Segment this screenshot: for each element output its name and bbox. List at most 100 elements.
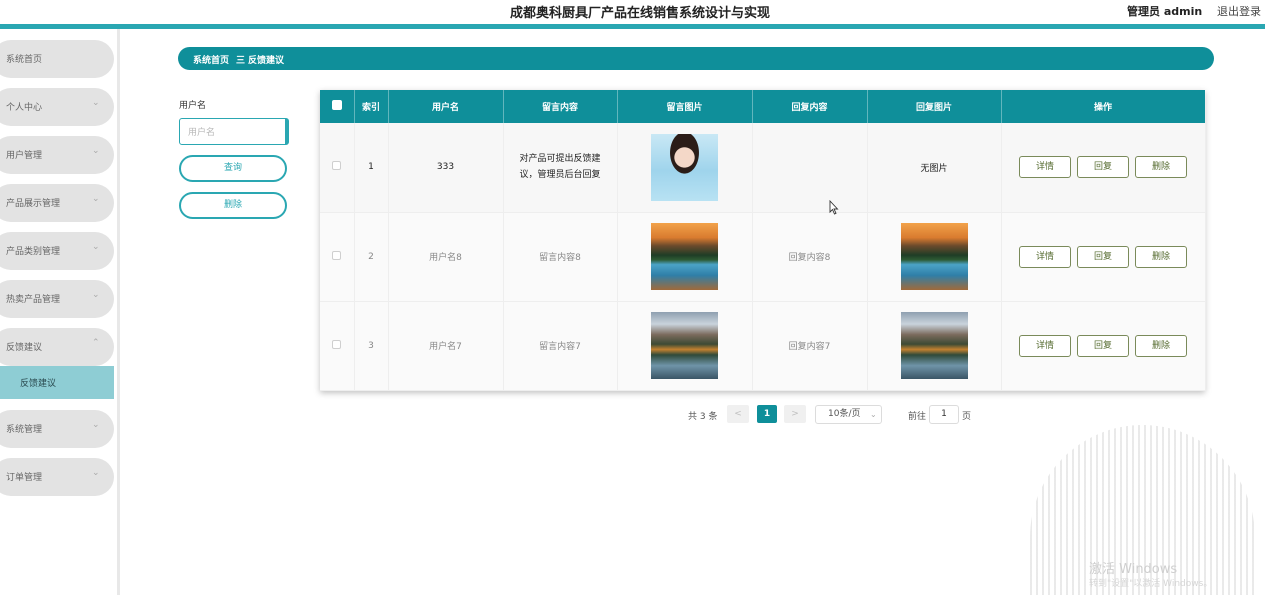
message-cell: 留言内容8	[503, 212, 618, 302]
username-cell: 333	[388, 123, 504, 213]
logout-link[interactable]: 退出登录	[1217, 3, 1261, 19]
message-cell: 对产品可提出反馈建议，管理员后台回复	[503, 123, 618, 213]
index-cell: 1	[354, 123, 389, 213]
sidebar-item-label: 热卖产品管理	[6, 295, 61, 305]
page-suffix: 页	[962, 412, 972, 422]
query-button[interactable]: 查询	[179, 155, 287, 182]
sidebar-item-label: 个人中心	[6, 103, 43, 113]
sidebar-item-home[interactable]: 系统首页	[0, 40, 114, 78]
username-cell: 用户名8	[388, 212, 504, 302]
table-row: 1 333 对产品可提出反馈建议，管理员后台回复 无图片 详情 回复 删除	[320, 123, 1206, 213]
column-header: 操作	[1001, 90, 1206, 123]
admin-label: 管理员 admin	[1127, 5, 1203, 18]
current-page-button[interactable]: 1	[757, 405, 777, 423]
sidebar-item-label: 系统首页	[6, 55, 43, 65]
sidebar-item-users[interactable]: 用户管理 ⌄	[0, 136, 114, 174]
sidebar-item-label: 订单管理	[6, 473, 43, 483]
delete-button[interactable]: 删除	[1135, 334, 1187, 357]
page-size-value: 10条/页	[828, 409, 861, 419]
chevron-down-icon: ⌄	[92, 290, 100, 300]
message-image	[651, 133, 718, 201]
reply-button[interactable]: 回复	[1077, 245, 1129, 268]
actions-cell: 详情 回复 删除	[1001, 212, 1206, 302]
windows-activation-subtitle: 转到"设置"以激活 Windows。	[1089, 579, 1213, 589]
sidebar-item-categories[interactable]: 产品类别管理 ⌄	[0, 232, 114, 270]
app-title: 成都奥科厨具厂产品在线销售系统设计与实现	[509, 6, 770, 21]
mouse-cursor-icon	[829, 200, 839, 215]
prev-page-button[interactable]: <	[727, 405, 749, 423]
reply-cell: 回复内容7	[752, 301, 868, 391]
message-image	[651, 223, 718, 290]
actions-cell: 详情 回复 删除	[1001, 301, 1206, 391]
submenu-item-label: 反馈建议	[20, 379, 57, 389]
reply-image	[900, 312, 968, 379]
reply-cell	[752, 123, 868, 213]
message-cell: 留言内容7	[503, 301, 618, 391]
sidebar-item-label: 产品展示管理	[6, 199, 61, 209]
sidebar-item-label: 用户管理	[6, 151, 43, 161]
column-header: 索引	[354, 90, 389, 123]
next-page-button[interactable]: >	[784, 405, 806, 423]
reply-button[interactable]: 回复	[1077, 334, 1129, 357]
reply-button[interactable]: 回复	[1077, 156, 1129, 179]
chevron-down-icon: ⌄	[92, 194, 100, 204]
submenu-item-feedback[interactable]: 反馈建议	[0, 366, 114, 399]
breadcrumb-current: 反馈建议	[248, 56, 285, 66]
search-label: 用户名	[179, 101, 207, 111]
sidebar-item-hot-products[interactable]: 热卖产品管理 ⌄	[0, 280, 114, 318]
sidebar-item-label: 反馈建议	[6, 343, 43, 353]
delete-button[interactable]: 删除	[1135, 156, 1187, 179]
pagination-total: 共 3 条	[688, 412, 718, 422]
sidebar-item-orders[interactable]: 订单管理 ⌄	[0, 458, 114, 496]
delete-button[interactable]: 删除	[1135, 245, 1187, 268]
chevron-down-icon: ⌄	[92, 468, 100, 478]
column-header: 留言图片	[617, 90, 753, 123]
username-cell: 用户名7	[388, 301, 504, 391]
row-checkbox[interactable]	[332, 339, 342, 349]
table-row: 2 用户名8 留言内容8 回复内容8 详情 回复 删除	[320, 212, 1206, 302]
table-row: 3 用户名7 留言内容7 回复内容7 详情 回复 删除	[320, 301, 1206, 391]
chevron-down-icon: ⌄	[92, 98, 100, 108]
row-checkbox[interactable]	[332, 161, 342, 171]
breadcrumb-home[interactable]: 系统首页	[193, 53, 229, 66]
column-header: 用户名	[388, 90, 504, 123]
reply-image	[900, 223, 968, 290]
goto-label: 前往	[908, 412, 927, 422]
reply-cell: 回复内容8	[752, 212, 868, 302]
select-all-checkbox[interactable]	[331, 100, 342, 110]
column-header: 留言内容	[503, 90, 618, 123]
chevron-down-icon: ⌄	[92, 146, 100, 156]
top-bar: 成都奥科厨具厂产品在线销售系统设计与实现 管理员 admin 退出登录	[0, 0, 1265, 24]
index-cell: 3	[354, 301, 389, 391]
header-accent-line	[0, 24, 1265, 29]
column-header: 回复内容	[752, 90, 868, 123]
row-checkbox[interactable]	[332, 250, 342, 260]
breadcrumb-separator: 三	[236, 56, 246, 66]
column-header: 回复图片	[867, 90, 1002, 123]
chevron-down-icon: ⌄	[870, 410, 877, 419]
page-size-select[interactable]: 10条/页 ⌄	[815, 405, 882, 424]
sidebar: 系统首页 个人中心 ⌄ 用户管理 ⌄ 产品展示管理 ⌄ 产品类别管理 ⌄ 热卖产…	[0, 29, 120, 595]
windows-activation-title: 激活 Windows	[1089, 562, 1178, 577]
detail-button[interactable]: 详情	[1019, 334, 1071, 357]
delete-selected-button[interactable]: 删除	[179, 192, 287, 219]
goto-page-input[interactable]: 1	[929, 405, 959, 424]
chevron-up-icon: ⌃	[92, 338, 100, 348]
sidebar-item-feedback[interactable]: 反馈建议 ⌃	[0, 328, 114, 366]
reply-image-cell: 无图片	[867, 123, 1002, 213]
chevron-down-icon: ⌄	[92, 242, 100, 252]
select-all-cell	[320, 90, 355, 123]
sidebar-item-label: 产品类别管理	[6, 247, 61, 257]
detail-button[interactable]: 详情	[1019, 156, 1071, 179]
username-search-input[interactable]	[179, 118, 289, 145]
index-cell: 2	[354, 212, 389, 302]
actions-cell: 详情 回复 删除	[1001, 123, 1206, 213]
table-header-row: 索引 用户名 留言内容 留言图片 回复内容 回复图片 操作	[320, 90, 1206, 123]
breadcrumb: 系统首页 三 反馈建议	[178, 47, 1214, 70]
sidebar-item-profile[interactable]: 个人中心 ⌄	[0, 88, 114, 126]
pagination: 共 3 条 < 1 > 10条/页 ⌄ 前往 1 页	[0, 405, 1265, 425]
message-image	[651, 312, 718, 379]
sidebar-item-products[interactable]: 产品展示管理 ⌄	[0, 184, 114, 222]
detail-button[interactable]: 详情	[1019, 245, 1071, 268]
feedback-table: 索引 用户名 留言内容 留言图片 回复内容 回复图片 操作 1 333 对产品可…	[320, 90, 1206, 391]
